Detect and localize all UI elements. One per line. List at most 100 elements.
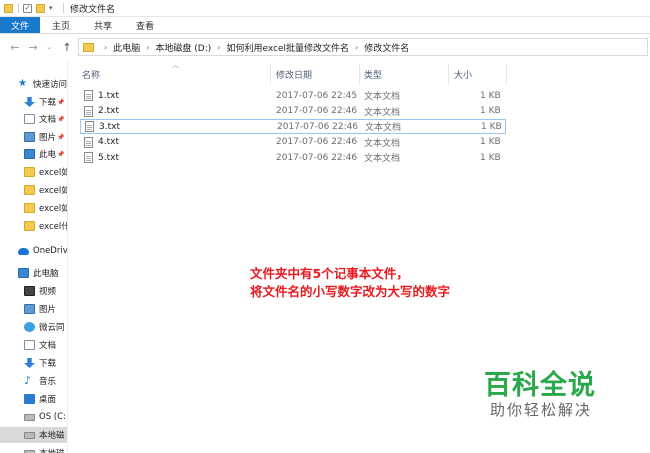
sidebar-item-label: 微云同 [39,323,65,333]
picture-icon [24,304,35,314]
sidebar-item[interactable]: ★ 快速访问 [0,76,67,92]
sidebar-item[interactable]: 桌面 [0,391,67,407]
chevron-right-icon[interactable]: › [355,43,358,52]
column-divider[interactable] [270,64,271,84]
folder-icon [83,42,94,52]
new-folder-icon[interactable] [36,3,45,13]
properties-check-icon[interactable]: ✓ [23,3,32,13]
pin-icon: 📌 [57,133,65,141]
up-arrow-icon[interactable]: ↑ [60,41,74,54]
sidebar-item[interactable]: 此电脑 [0,265,67,281]
file-name: 4.txt [98,137,119,147]
watermark-subtitle: 助你轻松解决 [490,401,593,419]
file-type: 文本文档 [365,123,402,133]
back-arrow-icon[interactable]: ← [8,41,22,54]
sidebar-item[interactable]: 本地磁 [0,427,67,443]
sidebar-item[interactable]: excel如 [0,164,67,180]
sidebar-item[interactable]: ♪ 音乐 [0,373,67,389]
column-divider[interactable] [506,64,507,84]
column-header-size[interactable]: 大小 [454,64,472,84]
sidebar-item-label: 文档 [39,341,57,351]
sidebar-item[interactable]: 下载 [0,355,67,371]
drive-icon [24,431,35,439]
video-icon [24,286,35,296]
chevron-right-icon[interactable]: › [146,43,149,52]
annotation-line-1: 文件夹中有5个记事本文件， [250,266,409,281]
table-row[interactable]: 5.txt 2017-07-06 22:46 文本文档 1 KB [80,150,506,165]
download-icon [24,97,35,107]
document-icon [24,114,35,124]
ribbon-tabs: 文件 主页 共享 查看 [0,17,650,34]
sidebar-item[interactable]: OS (C: [0,409,67,425]
sidebar-item-label: 音乐 [39,377,57,387]
tab-home[interactable]: 主页 [40,17,82,33]
sidebar-item[interactable]: 下载 📌 [0,94,67,110]
music-icon: ♪ [24,374,32,387]
file-size: 1 KB [480,106,501,116]
sidebar-item-label: 图片 [39,305,57,315]
folder-icon [24,185,35,195]
navigation-pane: ★ 快速访问 下载 📌 文档 📌 图片 📌 此电 📌 excel如 excel如 excel如 excel… [0,60,68,453]
table-row[interactable]: 4.txt 2017-07-06 22:46 文本文档 1 KB [80,135,506,150]
file-type: 文本文档 [364,107,401,118]
file-modified-date: 2017-07-06 22:46 [276,106,358,116]
sidebar-item[interactable]: 图片 📌 [0,129,67,145]
sidebar-item[interactable]: 本地磁 [0,445,67,453]
text-file-icon [84,105,93,117]
chevron-right-icon[interactable]: › [104,43,107,52]
text-file-icon [84,152,93,163]
sidebar-item[interactable]: OneDriv [0,243,68,259]
breadcrumb-local-disk[interactable]: 本地磁盘 (D:) [155,41,211,54]
column-header-modified[interactable]: 修改日期 [276,64,312,84]
pin-icon: 📌 [57,98,65,106]
sidebar-item[interactable]: 视频 [0,283,67,299]
file-type: 文本文档 [364,92,401,102]
file-type: 文本文档 [364,138,401,149]
breadcrumb-parent-folder[interactable]: 如何利用excel批量修改文件名 [226,41,349,54]
sidebar-item[interactable]: 图片 [0,301,67,317]
text-file-icon [85,121,94,132]
window-title: 修改文件名 [70,4,116,15]
sidebar-item[interactable]: excel什 [0,218,67,234]
breadcrumb-this-pc[interactable]: 此电脑 [113,41,140,54]
sidebar-item[interactable]: 微云同 [0,319,67,335]
file-type: 文本文档 [364,154,401,164]
tab-file[interactable]: 文件 [0,17,40,33]
recent-locations-chevron-icon[interactable]: ⌄ [42,43,56,51]
navigation-row: ← → ⌄ ↑ › 此电脑 › 本地磁盘 (D:) › 如何利用excel批量修… [0,34,650,60]
computer-icon [24,149,35,159]
forward-arrow-icon[interactable]: → [26,41,40,54]
table-row[interactable]: 3.txt 2017-07-06 22:46 文本文档 1 KB [80,119,506,134]
column-divider[interactable] [359,64,360,84]
file-modified-date: 2017-07-06 22:46 [276,152,358,163]
column-divider[interactable] [448,64,449,84]
sidebar-item-label: 本地磁 [39,431,65,441]
column-header-type[interactable]: 类型 [364,64,382,84]
column-header-name[interactable]: 名称 [82,64,100,84]
sidebar-item[interactable]: excel如 [0,200,68,216]
tab-share[interactable]: 共享 [82,17,124,33]
file-name: 1.txt [98,90,119,101]
chevron-right-icon[interactable]: › [217,43,220,52]
text-file-icon [84,90,93,101]
tab-view[interactable]: 查看 [124,17,166,33]
sidebar-item[interactable]: 此电 📌 [0,146,67,162]
folder-icon [24,167,35,177]
sidebar-item-label: 文档 [39,115,57,125]
table-row[interactable]: 1.txt 2017-07-06 22:45 文本文档 1 KB [80,88,506,103]
sidebar-item-label: OneDriv [33,246,68,256]
sidebar-item[interactable]: 文档 [0,337,67,353]
table-row[interactable]: 2.txt 2017-07-06 22:46 文本文档 1 KB [80,104,506,119]
breadcrumb-current-folder[interactable]: 修改文件名 [364,41,409,54]
sidebar-item[interactable]: 文档 📌 [0,111,67,127]
sidebar-item-label: excel如 [39,204,68,214]
picture-icon [24,132,35,142]
pin-icon: 📌 [57,115,65,123]
address-bar[interactable]: › 此电脑 › 本地磁盘 (D:) › 如何利用excel批量修改文件名 › 修… [78,38,648,56]
file-size: 1 KB [481,121,502,132]
document-icon [24,340,35,350]
sidebar-item-label: 下载 [39,359,57,369]
customize-dropdown-icon[interactable]: ▾ [49,4,58,13]
sidebar-item[interactable]: excel如 [0,182,67,198]
text-file-icon [84,136,93,148]
